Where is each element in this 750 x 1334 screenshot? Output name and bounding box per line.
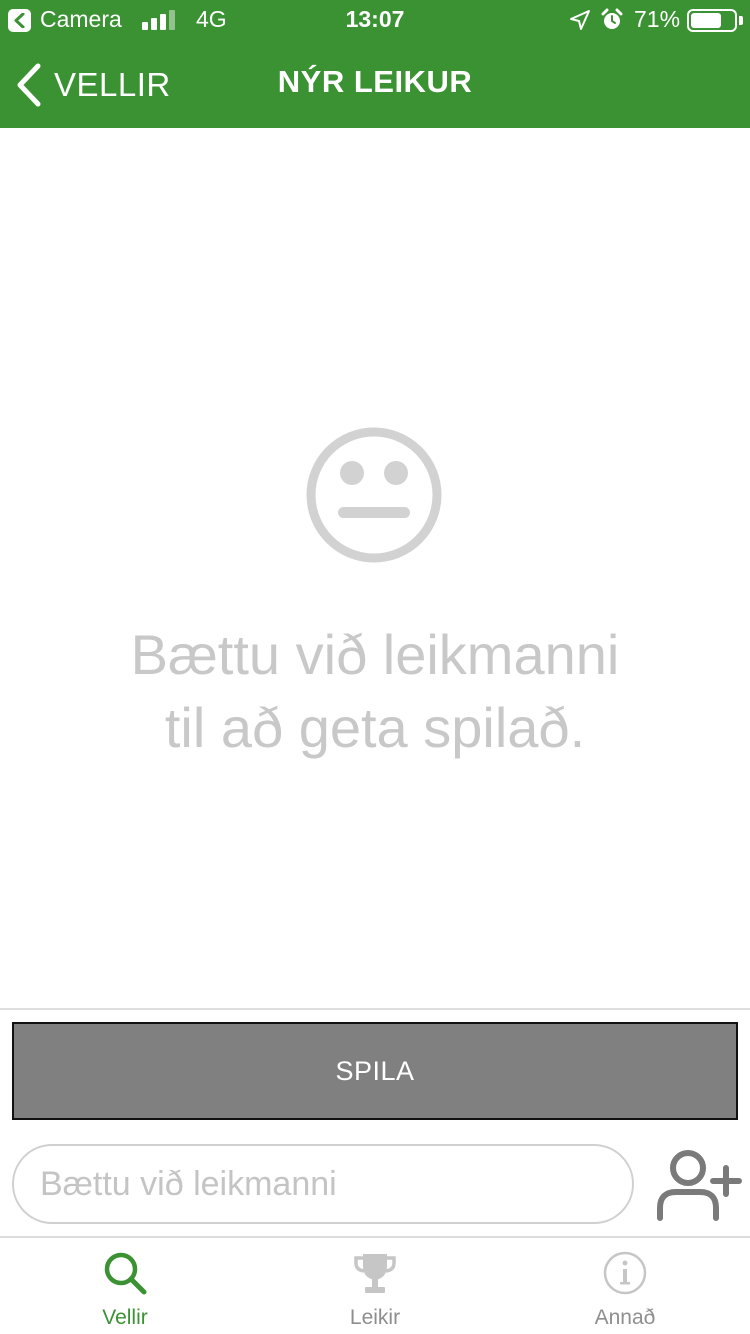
empty-state-line-2: til að geta spilað. bbox=[164, 696, 586, 759]
battery-percent: 71% bbox=[634, 6, 681, 32]
neutral-face-icon bbox=[306, 427, 442, 563]
tab-annad[interactable]: Annað bbox=[500, 1238, 750, 1334]
battery-cap bbox=[739, 16, 743, 25]
status-bar: Camera 4G 13:07 71% bbox=[0, 0, 750, 40]
tab-vellir[interactable]: Vellir bbox=[0, 1238, 250, 1334]
empty-state-message: Bættu við leikmanni til að geta spilað. bbox=[0, 618, 750, 764]
search-icon bbox=[104, 1252, 147, 1295]
add-user-icon bbox=[657, 1150, 742, 1221]
nav-bar: VELLIR NÝR LEIKUR bbox=[0, 40, 750, 128]
tab-label-vellir: Vellir bbox=[102, 1306, 148, 1329]
empty-state-line-1: Bættu við leikmanni bbox=[130, 623, 620, 686]
location-icon bbox=[570, 10, 590, 30]
tab-label-annad: Annað bbox=[594, 1306, 656, 1329]
tab-leikir[interactable]: Leikir bbox=[250, 1238, 500, 1334]
play-button-label: SPILA bbox=[335, 1055, 415, 1086]
info-icon bbox=[603, 1251, 647, 1295]
tab-label-leikir: Leikir bbox=[349, 1306, 401, 1329]
trophy-icon bbox=[354, 1254, 396, 1293]
battery-icon bbox=[687, 9, 737, 32]
divider bbox=[0, 1008, 750, 1010]
alarm-icon bbox=[601, 8, 623, 29]
tab-bar: Vellir Leikir Annað bbox=[0, 1236, 750, 1334]
page-title: NÝR LEIKUR bbox=[277, 64, 473, 99]
play-button[interactable]: SPILA bbox=[12, 1022, 738, 1120]
add-player-input[interactable] bbox=[12, 1144, 634, 1224]
add-player-button[interactable] bbox=[654, 1148, 742, 1224]
